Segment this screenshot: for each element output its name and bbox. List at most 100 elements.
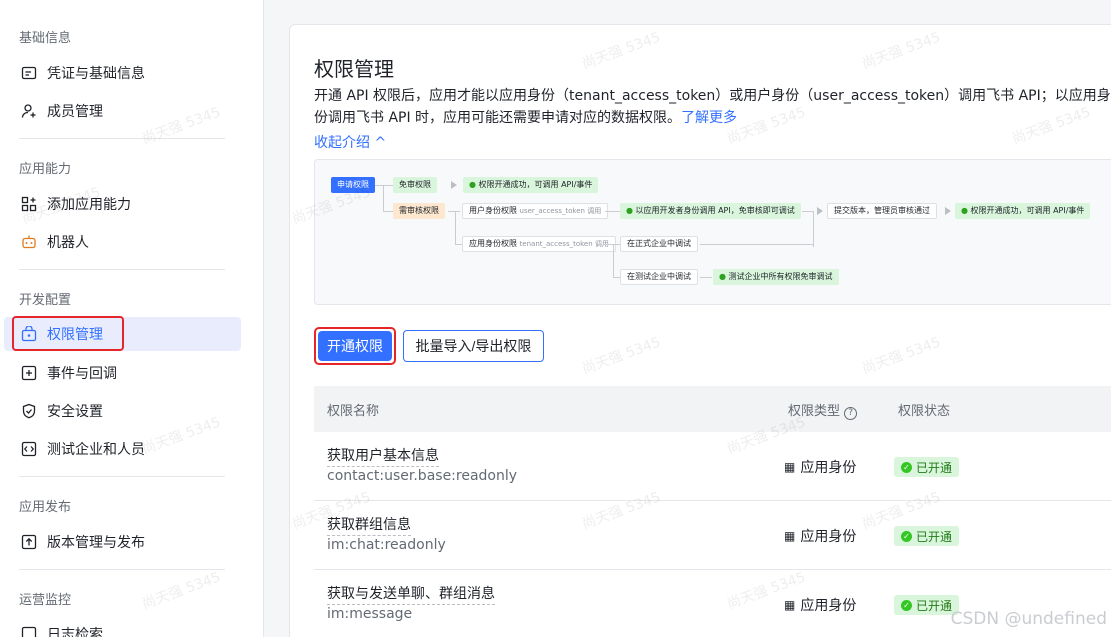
collapse-intro-link[interactable]: 收起介绍 ^ [314, 132, 386, 152]
code-icon [20, 440, 38, 458]
flow-line [700, 277, 712, 278]
check-icon: ● [961, 206, 971, 215]
check-icon: ● [626, 206, 636, 215]
flow-user-identity-label: 用户身份权限 [469, 206, 517, 215]
flow-line [700, 244, 813, 245]
status-badge: ✓ 已开通 [894, 526, 960, 546]
flow-test-free: ● 测试企业中所有权限免审调试 [713, 269, 839, 285]
grid-add-icon [20, 195, 38, 213]
permission-flow-diagram: 申请权限 免审权限 ● 权限开通成功，可调用 API/事件 需审核权限 用户身份… [314, 159, 1111, 305]
status-badge: ✓ 已开通 [894, 457, 960, 477]
permission-name: 获取群组信息 [327, 514, 411, 536]
divider [19, 569, 225, 570]
log-icon [20, 625, 38, 637]
sidebar-item-label: 测试企业和人员 [47, 442, 145, 458]
sidebar-item-test-enterprise[interactable]: 测试企业和人员 [4, 432, 241, 466]
permission-type-label: 应用身份 [800, 529, 857, 545]
column-header-status: 权限状态 [898, 404, 951, 419]
sidebar: 基础信息 凭证与基础信息 成员管理 应用能力 添加应用能力 机器人 开发配置 权… [0, 0, 264, 637]
upload-icon [20, 533, 38, 551]
add-user-icon [20, 102, 38, 120]
flow-free-result-text: 权限开通成功，可调用 API/事件 [478, 180, 593, 189]
csdn-watermark: CSDN @undefined [950, 609, 1107, 629]
flow-tenant-token: tenant_access_token 调用 [519, 240, 609, 248]
flow-test-debug: 在测试企业中调试 [620, 269, 698, 285]
event-icon [20, 364, 38, 382]
batch-import-export-button[interactable]: 批量导入/导出权限 [403, 330, 544, 362]
robot-icon [20, 233, 38, 251]
sidebar-item-members[interactable]: 成员管理 [4, 94, 241, 128]
sidebar-item-events[interactable]: 事件与回调 [4, 356, 241, 390]
sidebar-item-logs[interactable]: 日志检索 [4, 617, 241, 637]
enable-permission-button[interactable]: 开通权限 [318, 331, 392, 361]
flow-submit: 提交版本，管理员审核通过 [827, 203, 937, 219]
section-title-capabilities: 应用能力 [19, 162, 72, 177]
check-icon: ✓ [901, 599, 912, 611]
description: 开通 API 权限后，应用才能以应用身份（tenant_access_token… [314, 85, 1111, 129]
id-card-icon [20, 64, 38, 82]
flow-line [455, 211, 456, 244]
sidebar-item-versions[interactable]: 版本管理与发布 [4, 525, 241, 559]
flow-user-identity: 用户身份权限 user_access_token 调用 [462, 203, 609, 219]
flow-line [448, 211, 460, 212]
flow-line [375, 185, 393, 186]
status-label: 已开通 [916, 529, 953, 544]
highlight-box [12, 316, 124, 351]
column-header-name: 权限名称 [327, 404, 380, 419]
main-card: 权限管理 开通 API 权限后，应用才能以应用身份（tenant_access_… [289, 24, 1111, 637]
learn-more-link[interactable]: 了解更多 [681, 110, 737, 126]
help-icon[interactable]: ? [844, 407, 858, 420]
flow-app-identity-label: 应用身份权限 [469, 239, 517, 248]
divider [19, 476, 225, 477]
permission-type: ▦ 应用身份 [784, 457, 856, 477]
sidebar-item-label: 安全设置 [47, 404, 103, 420]
check-icon: ✓ [901, 530, 912, 542]
sidebar-item-security[interactable]: 安全设置 [4, 394, 241, 428]
status-badge: ✓ 已开通 [894, 595, 960, 615]
flow-line [613, 244, 614, 277]
sidebar-item-label: 版本管理与发布 [47, 535, 145, 551]
section-title-release: 应用发布 [19, 500, 72, 515]
sidebar-item-label: 日志检索 [47, 627, 103, 637]
grid-icon: ▦ [784, 529, 796, 543]
flow-final-result-text: 权限开通成功，可调用 API/事件 [970, 206, 1085, 215]
status-label: 已开通 [916, 460, 953, 475]
flow-user-token: user_access_token 调用 [519, 207, 602, 215]
divider [19, 269, 225, 270]
sidebar-item-credentials[interactable]: 凭证与基础信息 [4, 56, 241, 90]
permission-type: ▦ 应用身份 [784, 595, 856, 615]
permission-name: 获取用户基本信息 [327, 445, 439, 467]
divider [19, 138, 225, 139]
flow-app-identity: 应用身份权限 tenant_access_token 调用 [462, 236, 616, 252]
section-title-basic: 基础信息 [19, 31, 72, 46]
sidebar-item-add-capability[interactable]: 添加应用能力 [4, 187, 241, 221]
check-icon: ● [719, 272, 729, 281]
permission-code: im:chat:readonly [327, 537, 446, 553]
flow-free-result: ● 权限开通成功，可调用 API/事件 [463, 177, 599, 193]
flow-line [383, 211, 393, 212]
sidebar-item-label: 事件与回调 [47, 366, 117, 382]
flow-arrow [451, 181, 457, 189]
flow-dev-call: ● 以应用开发者身份调用 API，免审核即可调试 [620, 203, 801, 219]
flow-free: 免审权限 [393, 177, 437, 193]
flow-arrow [817, 207, 823, 215]
flow-need-review: 需审核权限 [393, 203, 445, 219]
sidebar-item-label: 凭证与基础信息 [47, 66, 145, 82]
check-icon: ✓ [901, 461, 912, 473]
table-header: 权限名称 权限类型 ? 权限状态 [314, 386, 1111, 432]
status-label: 已开通 [916, 598, 953, 613]
permission-code: contact:user.base:readonly [327, 468, 518, 484]
flow-apply: 申请权限 [331, 177, 375, 193]
sidebar-item-robot[interactable]: 机器人 [4, 225, 241, 259]
sidebar-item-label: 添加应用能力 [47, 197, 131, 213]
flow-arrow [945, 207, 951, 215]
table-row: 获取用户基本信息 contact:user.base:readonly ▦ 应用身… [314, 432, 1111, 501]
permission-type-label: 应用身份 [800, 598, 857, 614]
sidebar-item-label: 成员管理 [47, 104, 103, 120]
sidebar-item-label: 机器人 [47, 235, 89, 251]
column-header-type: 权限类型 ? [788, 400, 858, 420]
column-header-type-label: 权限类型 [788, 404, 841, 419]
flow-line [383, 185, 384, 211]
check-icon: ● [469, 180, 479, 189]
flow-line [613, 277, 620, 278]
